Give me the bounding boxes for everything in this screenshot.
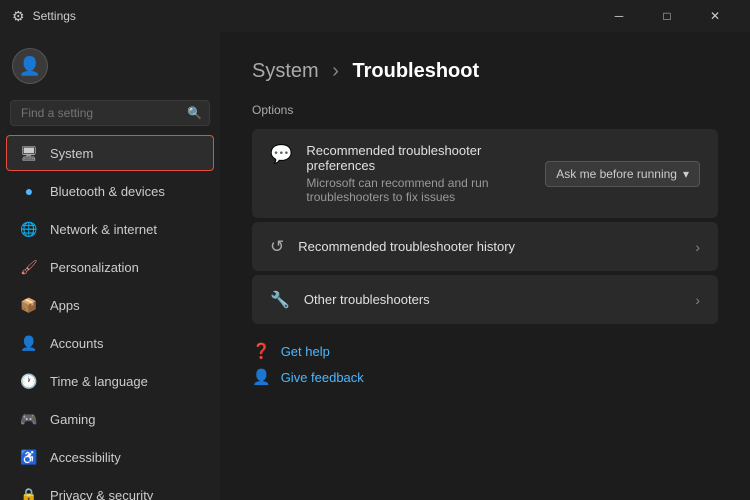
give-feedback-label: Give feedback [281, 370, 364, 385]
sidebar-label-privacy: Privacy & security [50, 488, 153, 500]
sidebar-item-accessibility[interactable]: ♿ Accessibility [6, 439, 214, 475]
sidebar-item-privacy[interactable]: 🔒 Privacy & security [6, 477, 214, 500]
dropdown-label: Ask me before running [556, 167, 677, 181]
titlebar-controls: ─ □ ✕ [596, 0, 738, 32]
system-icon: 🖥 [20, 144, 38, 162]
sidebar: 👤 🔍 🖥 System ● Bluetooth & devices 🌐 Net… [0, 32, 220, 500]
sidebar-label-personalization: Personalization [50, 260, 139, 275]
sidebar-label-time: Time & language [50, 374, 148, 389]
sidebar-label-system: System [50, 146, 93, 161]
get-help-icon: ❓ [252, 342, 271, 360]
links-section: ❓ Get help 👤 Give feedback [252, 342, 718, 386]
apps-icon: 📦 [20, 296, 38, 314]
give-feedback-link[interactable]: 👤 Give feedback [252, 368, 718, 386]
card-title-recommended-prefs: Recommended troubleshooter preferences [306, 143, 545, 173]
titlebar-left: ⚙ Settings [12, 8, 76, 25]
user-icon: 👤 [19, 56, 41, 77]
get-help-label: Get help [281, 344, 330, 359]
chevron-right-icon-other: › [695, 292, 700, 308]
card-title-history: Recommended troubleshooter history [298, 239, 515, 254]
maximize-button[interactable]: □ [644, 0, 690, 32]
search-box[interactable]: 🔍 [10, 100, 210, 126]
sidebar-item-time[interactable]: 🕐 Time & language [6, 363, 214, 399]
card-left-recommended-prefs: 💬 Recommended troubleshooter preferences… [270, 143, 545, 204]
sidebar-label-bluetooth: Bluetooth & devices [50, 184, 165, 199]
card-simple-left-history: ↺ Recommended troubleshooter history [270, 236, 515, 257]
history-icon: ↺ [270, 237, 284, 257]
card-other-troubleshooters[interactable]: 🔧 Other troubleshooters › [252, 275, 718, 324]
main-layout: 👤 🔍 🖥 System ● Bluetooth & devices 🌐 Net… [0, 32, 750, 500]
sidebar-label-gaming: Gaming [50, 412, 96, 427]
search-icon: 🔍 [187, 106, 202, 120]
close-button[interactable]: ✕ [692, 0, 738, 32]
breadcrumb-parent: System [252, 60, 319, 82]
get-help-link[interactable]: ❓ Get help [252, 342, 718, 360]
troubleshooter-dropdown[interactable]: Ask me before running ▾ [545, 161, 700, 187]
sidebar-item-accounts[interactable]: 👤 Accounts [6, 325, 214, 361]
gaming-icon: 🎮 [20, 410, 38, 428]
breadcrumb-separator: › [332, 60, 339, 82]
minimize-button[interactable]: ─ [596, 0, 642, 32]
search-input[interactable] [10, 100, 210, 126]
titlebar-title: Settings [33, 9, 76, 23]
card-recommended-history[interactable]: ↺ Recommended troubleshooter history › [252, 222, 718, 271]
titlebar: ⚙ Settings ─ □ ✕ [0, 0, 750, 32]
card-desc-recommended-prefs: Microsoft can recommend and run troubles… [306, 176, 545, 204]
sidebar-label-apps: Apps [50, 298, 80, 313]
troubleshooter-prefs-icon: 💬 [270, 144, 292, 165]
sidebar-item-system[interactable]: 🖥 System [6, 135, 214, 171]
user-profile[interactable]: 👤 [0, 32, 220, 96]
breadcrumb-current: Troubleshoot [352, 60, 479, 82]
personalization-icon: 🖌 [20, 258, 38, 276]
settings-icon: ⚙ [12, 8, 25, 25]
other-troubleshooters-icon: 🔧 [270, 290, 290, 310]
sidebar-item-bluetooth[interactable]: ● Bluetooth & devices [6, 173, 214, 209]
card-title-other: Other troubleshooters [304, 292, 430, 307]
sidebar-item-network[interactable]: 🌐 Network & internet [6, 211, 214, 247]
card-text-recommended-prefs: Recommended troubleshooter preferences M… [306, 143, 545, 204]
card-simple-left-other: 🔧 Other troubleshooters [270, 289, 430, 310]
card-recommended-prefs[interactable]: 💬 Recommended troubleshooter preferences… [252, 129, 718, 218]
avatar: 👤 [12, 48, 48, 84]
options-label: Options [252, 103, 718, 117]
network-icon: 🌐 [20, 220, 38, 238]
chevron-down-icon: ▾ [683, 167, 689, 181]
chevron-right-icon-history: › [695, 239, 700, 255]
sidebar-label-network: Network & internet [50, 222, 157, 237]
bluetooth-icon: ● [20, 182, 38, 200]
breadcrumb: System › Troubleshoot [252, 60, 718, 83]
sidebar-label-accessibility: Accessibility [50, 450, 121, 465]
accounts-icon: 👤 [20, 334, 38, 352]
accessibility-icon: ♿ [20, 448, 38, 466]
time-icon: 🕐 [20, 372, 38, 390]
give-feedback-icon: 👤 [252, 368, 271, 386]
sidebar-label-accounts: Accounts [50, 336, 103, 351]
sidebar-item-gaming[interactable]: 🎮 Gaming [6, 401, 214, 437]
privacy-icon: 🔒 [20, 486, 38, 500]
sidebar-item-apps[interactable]: 📦 Apps [6, 287, 214, 323]
content-area: System › Troubleshoot Options 💬 Recommen… [220, 32, 750, 500]
sidebar-item-personalization[interactable]: 🖌 Personalization [6, 249, 214, 285]
